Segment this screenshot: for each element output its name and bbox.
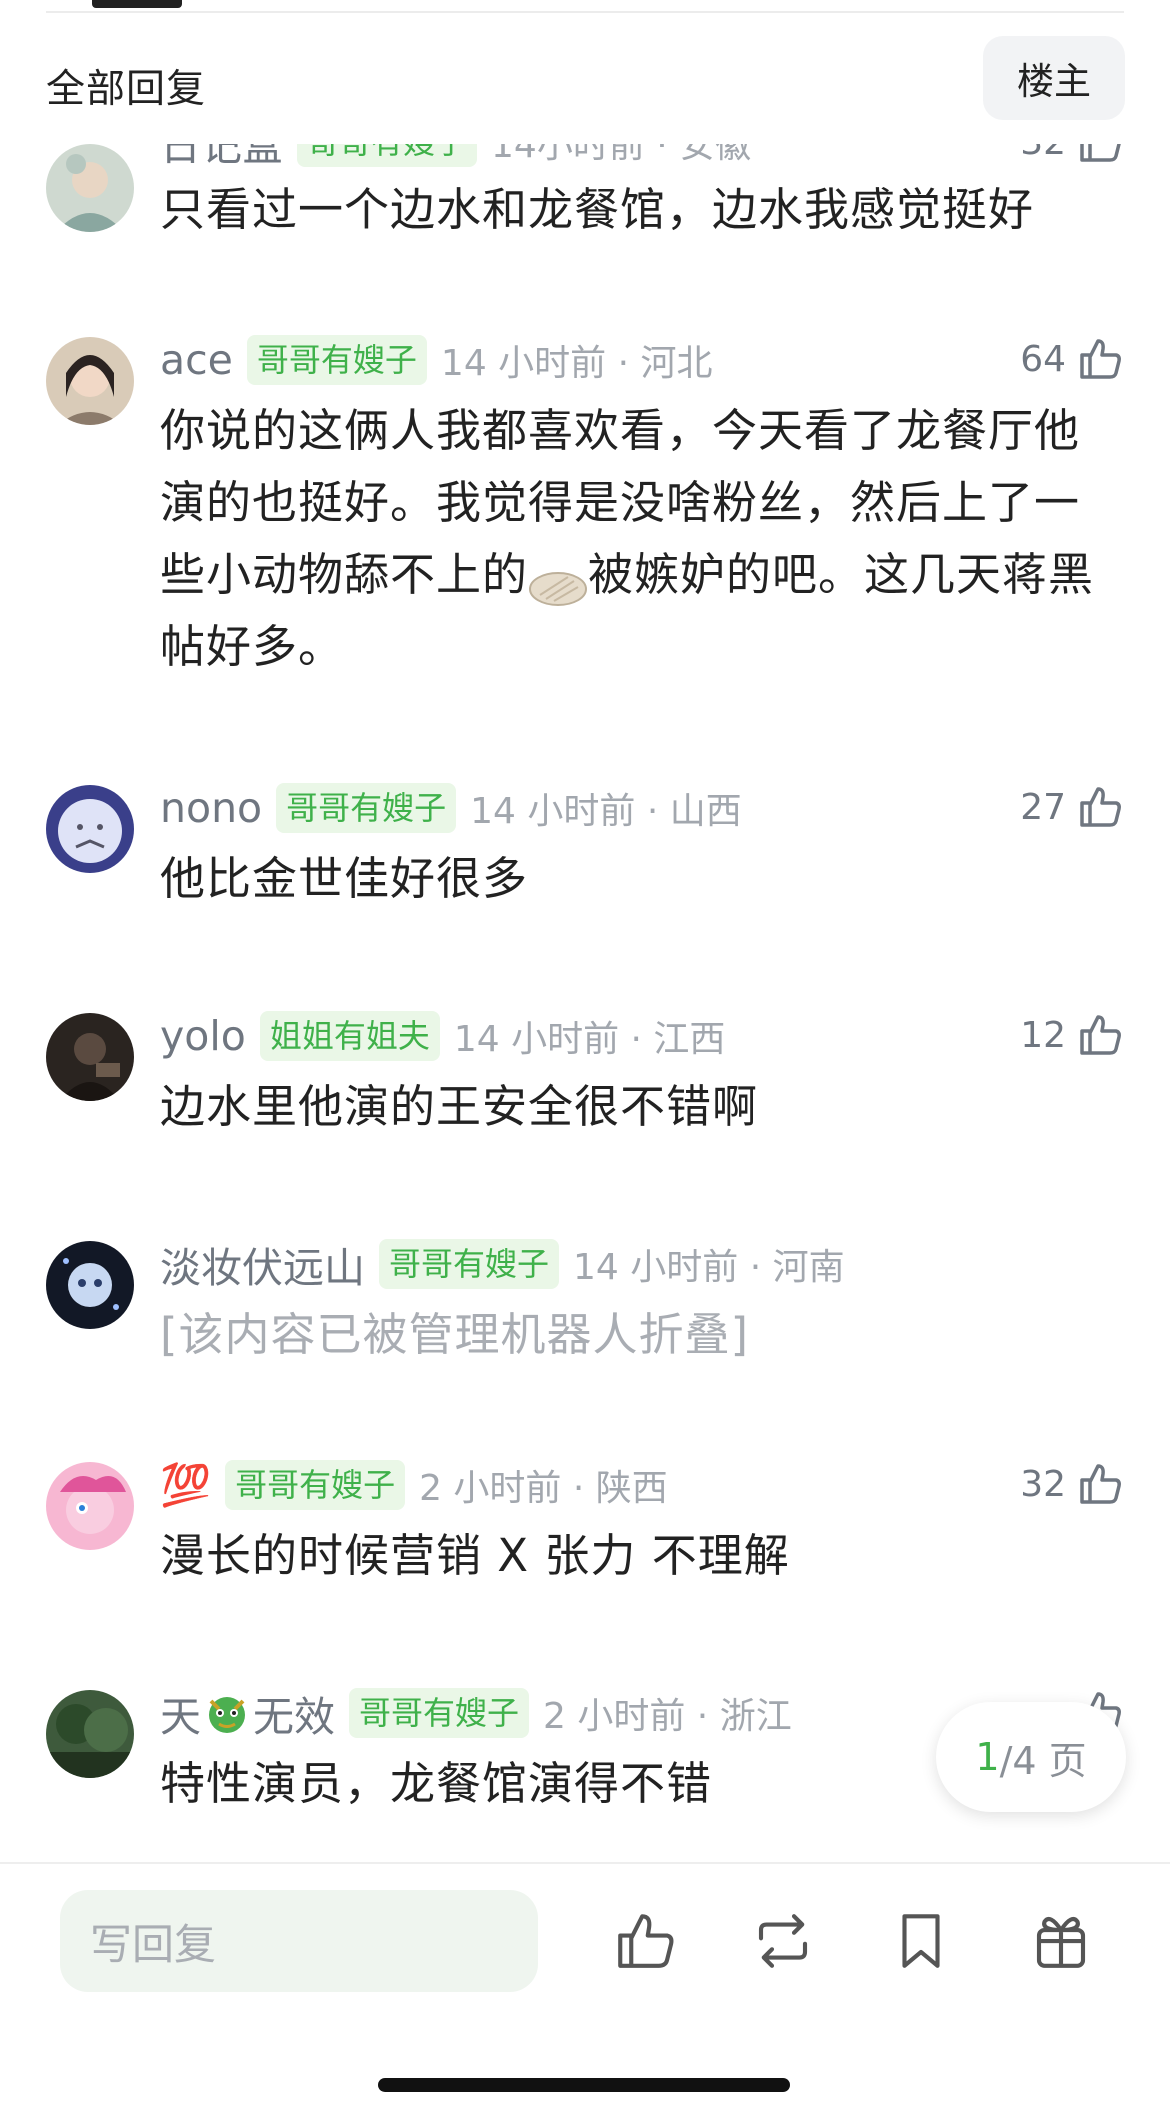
avatar[interactable] <box>46 144 134 232</box>
username[interactable]: ace <box>160 336 233 384</box>
username[interactable]: yolo <box>160 1012 246 1060</box>
username[interactable]: 淡妆伏远山 <box>160 1234 365 1294</box>
gift-icon[interactable] <box>1028 1908 1094 1974</box>
like-count: 64 <box>1020 338 1066 380</box>
reply-input[interactable]: 写回复 <box>60 1890 538 1992</box>
comment-meta: 淡妆伏远山 哥哥有嫂子 14 小时前 · 河南 <box>160 1239 845 1292</box>
username[interactable]: 💯 <box>160 1461 211 1510</box>
comment-time: 14 小时前 · 江西 <box>453 1019 726 1060</box>
user-badge: 哥哥有嫂子 <box>246 335 427 385</box>
user-badge: 哥哥有嫂子 <box>225 1460 406 1510</box>
comment-time: 2 小时前 · 浙江 <box>543 1696 792 1737</box>
bookmark-icon[interactable] <box>888 1908 954 1974</box>
comment-text: 边水里他演的王安全很不错啊 <box>160 1080 759 1133</box>
avatar[interactable] <box>46 785 134 873</box>
user-badge: 哥哥有嫂子 <box>276 783 457 833</box>
username-part[interactable]: 天 <box>160 1683 201 1743</box>
like-count: 12 <box>1020 1014 1066 1056</box>
like-count: 32 <box>1020 1463 1066 1505</box>
username[interactable]: nono <box>160 784 262 832</box>
bottom-action-bar: 写回复 <box>0 1862 1170 2120</box>
comment-text: 你说的这俩人我都喜欢看，今天看了龙餐厅他演的也挺好。我觉得是没啥粉丝，然后上了一… <box>160 395 1120 683</box>
thumbs-up-icon <box>1080 1015 1121 1055</box>
comment-meta: nono 哥哥有嫂子 14 小时前 · 山西 <box>160 783 742 833</box>
comment-meta: yolo 姐姐有姐夫 14 小时前 · 江西 <box>160 1011 725 1061</box>
like-button[interactable]: 12 <box>1020 1007 1124 1063</box>
avatar[interactable] <box>46 1690 134 1778</box>
comment-text: 漫长的时候营销 X 张力 不理解 <box>160 1529 790 1582</box>
pancake-emoji-icon <box>528 558 588 606</box>
comment-time: 14 小时前 · 山西 <box>470 791 742 832</box>
user-badge: 哥哥有嫂子 <box>349 1688 530 1738</box>
user-badge: 姐姐有姐夫 <box>259 1011 440 1061</box>
comment-text: 他比金世佳好很多 <box>160 852 529 905</box>
thumbs-up-icon <box>1080 339 1121 379</box>
home-indicator <box>378 2078 790 2092</box>
comment-time: 2 小时前 · 陕西 <box>419 1468 668 1509</box>
page-indicator[interactable]: 1/4 页 <box>936 1702 1126 1812</box>
avatar[interactable] <box>46 1241 134 1329</box>
owner-only-button[interactable]: 楼主 <box>983 36 1125 120</box>
thumbs-up-icon <box>1080 787 1121 827</box>
user-badge: 哥哥有嫂子 <box>379 1239 560 1289</box>
repost-icon[interactable] <box>750 1908 816 1974</box>
comment-meta: 天 无效 哥哥有嫂子 2 小时前 · 浙江 <box>160 1688 792 1741</box>
scroll-indicator <box>92 0 182 8</box>
page-current: 1 <box>975 1735 1000 1779</box>
comment-time: 14 小时前 · 河北 <box>440 343 713 384</box>
like-button[interactable]: 27 <box>1020 779 1124 835</box>
comment-meta: 💯 哥哥有嫂子 2 小时前 · 陕西 <box>160 1460 668 1510</box>
header-bar: 全部回复 楼主 <box>0 14 1170 144</box>
like-icon[interactable] <box>612 1908 678 1974</box>
like-button[interactable]: 32 <box>1020 1456 1124 1512</box>
username-part[interactable]: 无效 <box>253 1683 335 1743</box>
dragon-emoji-icon <box>209 1697 245 1733</box>
comment-time: 14 小时前 · 河南 <box>573 1247 845 1288</box>
page-total: /4 页 <box>999 1738 1087 1783</box>
like-button[interactable]: 64 <box>1020 331 1124 387</box>
thumbs-up-icon <box>1080 1464 1121 1504</box>
comment-meta: ace 哥哥有嫂子 14 小时前 · 河北 <box>160 335 713 385</box>
like-count: 27 <box>1020 786 1066 828</box>
comment-text: 只看过一个边水和龙餐馆，边水我感觉挺好 <box>160 183 1035 236</box>
avatar[interactable] <box>46 1462 134 1550</box>
page-title: 全部回复 <box>46 67 207 112</box>
avatar[interactable] <box>46 1013 134 1101</box>
avatar[interactable] <box>46 337 134 425</box>
divider <box>46 11 1124 13</box>
folded-comment-text[interactable]: [该内容已被管理机器人折叠] <box>160 1299 1120 1371</box>
